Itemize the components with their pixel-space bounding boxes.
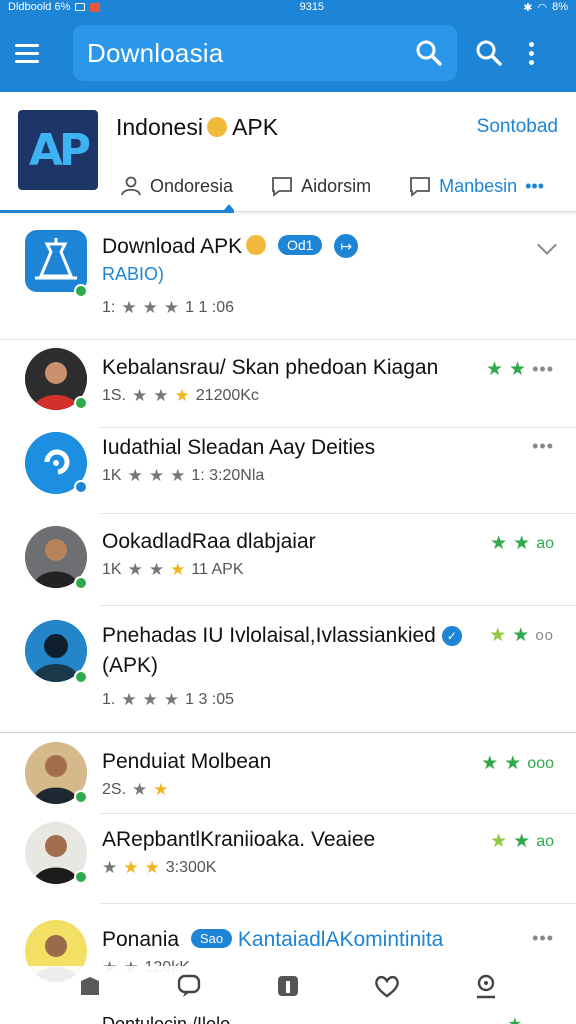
peek-item-title: Dontulocin /Ilolo — [102, 1014, 231, 1024]
emoji-icon — [246, 235, 267, 255]
item-subtitle: RABIO) — [102, 264, 165, 284]
search-icon[interactable] — [475, 39, 503, 67]
app-header-card: AP Indonesi APK Sontobad Ondoresia Aidor… — [0, 92, 576, 213]
list-item[interactable]: Kebalansrau/ Skan phedoan Kiagan 1S. ★ ★ ★… — [0, 340, 576, 428]
sim-icon — [75, 3, 86, 11]
verified-badge — [74, 480, 88, 494]
header-action-link[interactable]: Sontobad — [477, 116, 558, 138]
peek-list-item: Dontulocin /Ilolo ★ — [0, 1006, 576, 1024]
list-item[interactable]: Download APK Od1 ↦ RABIO) 1: ★ ★ ★ 1 1 :06 — [0, 226, 576, 340]
more-icon: ••• — [532, 359, 554, 379]
list-item[interactable]: Iudathial Sleadan Aay Deities 1K ★ ★ ★ 1: … — [0, 428, 576, 514]
verified-badge — [74, 576, 88, 590]
chat-icon[interactable] — [173, 970, 205, 1002]
item-rating[interactable]: ★ ★ ao — [490, 830, 554, 853]
item-title: Penduiat Molbean — [102, 750, 272, 773]
chat-icon — [272, 177, 292, 197]
share-icon[interactable]: ↦ — [334, 234, 359, 258]
item-meta: 2S. ★ ★ — [102, 780, 169, 799]
bluetooth-icon: ✱ — [523, 1, 533, 14]
tab-manbesin[interactable]: Manbesin ••• — [409, 160, 544, 212]
more-vert-icon[interactable] — [529, 41, 534, 65]
profile-icon[interactable] — [470, 970, 502, 1002]
search-icon[interactable] — [415, 39, 443, 67]
verified-badge — [74, 284, 88, 298]
star-icon: ★ — [121, 298, 137, 317]
heart-icon[interactable] — [371, 970, 403, 1002]
item-title: Pnehadas IU Ivlolaisal,Ivlassiankied ✓ — [102, 624, 462, 648]
verified-badge — [74, 396, 88, 410]
verified-badge — [74, 670, 88, 684]
status-left-text: Dldboold 6% — [8, 1, 71, 13]
tab-ondoresia[interactable]: Ondoresia — [120, 160, 233, 212]
star-icon: ★ — [508, 1014, 522, 1024]
list-item[interactable]: ARepbantlKraniioaka. Veaiee ★ ★ ★ 3:300K ★… — [0, 814, 576, 904]
menu-icon[interactable] — [15, 35, 51, 71]
item-rating[interactable]: ★ ★ oo — [489, 624, 554, 647]
item-title: Download APK Od1 ↦ — [102, 234, 359, 259]
item-rating[interactable]: ★ ★ ooo — [481, 752, 554, 775]
version-pill: Od1 — [277, 235, 323, 255]
tile-icon[interactable] — [272, 970, 304, 1002]
item-title: Iudathial Sleadan Aay Deities — [102, 436, 376, 459]
star-icon: ★ — [163, 298, 180, 317]
more-icon: ••• — [532, 928, 554, 948]
battery-text: 8% — [552, 1, 568, 13]
notification-icon — [90, 2, 101, 12]
bottom-nav — [0, 966, 576, 1006]
more-menu[interactable]: ••• — [532, 928, 554, 949]
more-menu[interactable]: ••• — [532, 436, 554, 457]
verified-badge — [74, 870, 88, 884]
item-meta: 1S. ★ ★ ★ 21200Kc — [102, 386, 259, 405]
item-rating[interactable]: ★ ★ ao — [490, 532, 554, 555]
status-bar: Dldboold 6% 9315 ✱ ◠ 8% — [0, 0, 576, 14]
wifi-icon: ◠ — [537, 1, 548, 14]
star-icon: ★ — [142, 298, 158, 317]
verified-icon: ✓ — [441, 626, 462, 646]
item-title-line2: (APK) — [102, 654, 159, 677]
item-title: ARepbantlKraniioaka. Veaiee — [102, 828, 376, 851]
item-title: OokadladRaa dlabjaiar — [102, 530, 316, 553]
item-meta: 1. ★ ★ ★ 1 3 :05 — [102, 690, 235, 709]
list-item[interactable]: Pnehadas IU Ivlolaisal,Ivlassiankied ✓ (A… — [0, 606, 576, 732]
item-title: Kebalansrau/ Skan phedoan Kiagan — [102, 356, 439, 379]
tab-caret — [224, 204, 234, 210]
tab-bar: Ondoresia Aidorsim Manbesin ••• — [0, 160, 576, 213]
chat-icon — [410, 177, 430, 197]
search-bar[interactable]: Downloasia — [73, 25, 457, 81]
tab-aidorsim[interactable]: Aidorsim — [271, 160, 371, 212]
person-icon — [121, 176, 141, 196]
item-meta: 1K ★ ★ ★ 11 APK — [102, 560, 244, 579]
more-icon: ••• — [532, 436, 554, 456]
item-title: Ponania Sao KantaiadlAKomintinita — [102, 928, 444, 951]
active-tab-indicator — [0, 210, 234, 213]
tag-pill: Sao — [190, 929, 233, 948]
app-bar: Downloasia — [0, 14, 576, 92]
list-item[interactable]: Penduiat Molbean 2S. ★ ★ ★ ★ ooo — [0, 734, 576, 814]
emoji-icon — [206, 117, 227, 137]
status-time: 9315 — [299, 1, 325, 13]
chevron-down-icon[interactable] — [537, 235, 557, 255]
list-item[interactable]: OokadladRaa dlabjaiar 1K ★ ★ ★ 11 APK ★ ★ a… — [0, 514, 576, 606]
page-title: Indonesi APK — [116, 114, 279, 140]
app-brand: Downloasia — [87, 37, 224, 68]
item-rating[interactable]: ★ ★ ••• — [486, 358, 554, 381]
bag-icon[interactable] — [74, 970, 106, 1002]
app-logo: AP — [18, 110, 98, 190]
item-meta: 1: ★ ★ ★ 1 1 :06 — [102, 298, 235, 317]
verified-badge — [74, 790, 88, 804]
item-meta: ★ ★ ★ 3:300K — [102, 858, 217, 877]
item-meta: 1K ★ ★ ★ 1: 3:20Nla — [102, 466, 265, 485]
app-icon — [25, 230, 87, 292]
section-divider — [0, 732, 576, 733]
